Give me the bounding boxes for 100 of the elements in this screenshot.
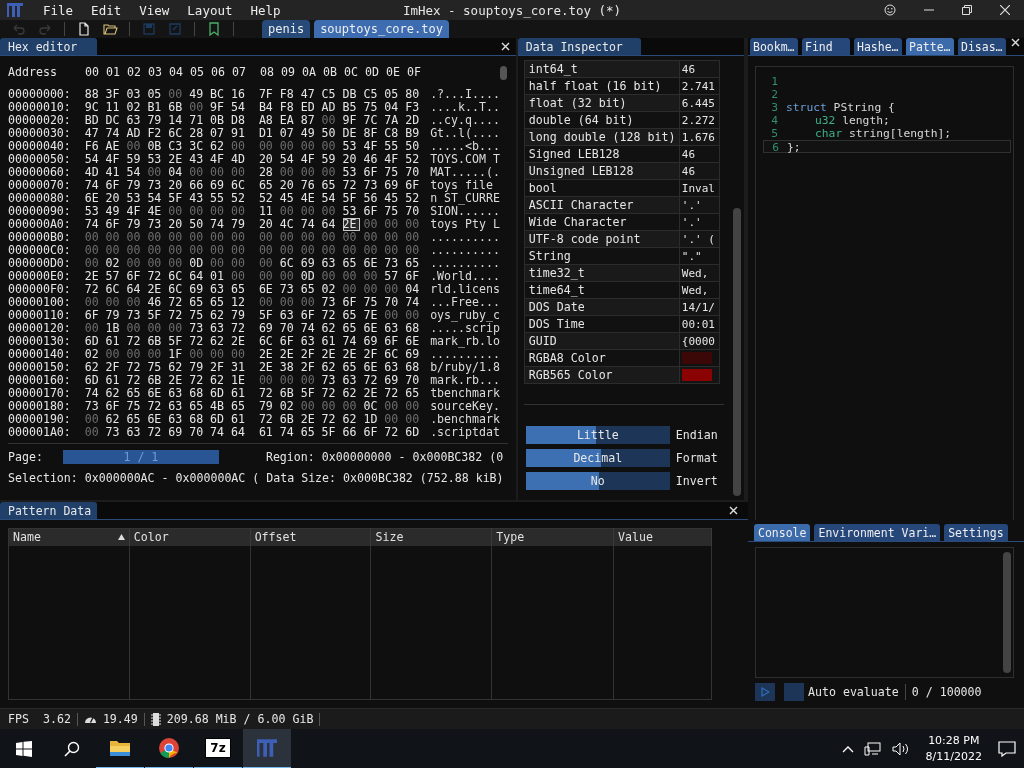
hex-byte[interactable]: 20 (342, 153, 364, 166)
hex-byte[interactable]: 9F (210, 101, 231, 114)
hex-byte[interactable]: DC (105, 114, 127, 127)
search-icon[interactable] (64, 741, 80, 757)
hex-byte[interactable]: 00 (231, 257, 252, 270)
hex-byte[interactable]: 65 (189, 400, 211, 413)
hex-byte[interactable]: 00 (321, 244, 343, 257)
hex-byte[interactable]: 5F (168, 192, 190, 205)
hex-byte[interactable]: 00 (405, 309, 427, 322)
hex-byte[interactable]: 53 (126, 192, 148, 205)
hex-byte[interactable]: 72 (258, 387, 280, 400)
hex-byte[interactable]: 49 (189, 88, 211, 101)
hex-byte[interactable]: 75 (189, 309, 211, 322)
hex-byte[interactable]: 62 (321, 361, 343, 374)
hex-byte[interactable]: 20 (105, 192, 127, 205)
hex-byte[interactable]: 64 (321, 218, 343, 231)
hex-byte[interactable]: 00 (321, 166, 343, 179)
slider[interactable]: Little (525, 425, 670, 444)
hex-byte[interactable]: 73 (363, 179, 385, 192)
hex-byte[interactable]: 79 (231, 309, 252, 322)
hex-byte[interactable]: B9 (405, 127, 427, 140)
close-icon[interactable] (500, 42, 510, 51)
menu-item[interactable]: Help (241, 2, 290, 18)
hex-byte[interactable]: 00 (258, 374, 280, 387)
hex-byte[interactable]: 6B (147, 374, 169, 387)
hex-byte[interactable]: 4C (279, 218, 301, 231)
hex-byte[interactable]: 74 (342, 335, 364, 348)
menu-item[interactable]: View (130, 2, 179, 18)
hex-byte[interactable]: 63 (384, 361, 406, 374)
hex-byte[interactable]: 3F (105, 88, 127, 101)
hex-byte[interactable]: 65 (300, 283, 322, 296)
hex-byte[interactable]: 00 (168, 205, 190, 218)
hex-byte[interactable]: 6F (363, 205, 385, 218)
hex-byte[interactable]: 00 (363, 218, 385, 231)
menu-item[interactable]: Layout (178, 2, 242, 18)
hex-byte[interactable]: 68 (405, 322, 427, 335)
panel-tab[interactable]: Patte… (906, 38, 954, 55)
hex-byte[interactable]: 00 (231, 166, 252, 179)
hex-byte[interactable]: 6D (84, 374, 106, 387)
hex-byte[interactable]: 61 (231, 413, 252, 426)
hex-byte[interactable]: 00 (231, 348, 252, 361)
hex-byte[interactable]: F2 (147, 127, 169, 140)
hex-byte[interactable]: 53 (342, 140, 364, 153)
hex-byte[interactable]: 6D (210, 413, 231, 426)
hex-byte[interactable]: 07 (279, 127, 301, 140)
hex-byte[interactable]: 79 (258, 400, 280, 413)
hex-byte[interactable]: 65 (405, 387, 427, 400)
hex-byte[interactable]: 46 (363, 153, 385, 166)
hex-byte[interactable]: 00 (126, 244, 148, 257)
hex-byte[interactable]: 28 (189, 127, 211, 140)
hex-byte[interactable]: 62 (105, 413, 127, 426)
close-icon[interactable] (1011, 38, 1020, 47)
hex-byte[interactable]: 0B (210, 114, 231, 127)
hex-byte[interactable]: 6C (279, 257, 301, 270)
hex-byte[interactable]: 55 (210, 192, 231, 205)
hex-byte[interactable]: 63 (168, 400, 190, 413)
hex-byte[interactable]: 00 (84, 257, 106, 270)
hex-byte[interactable]: 02 (84, 348, 106, 361)
hex-byte[interactable]: 8F (363, 127, 385, 140)
hex-byte[interactable]: 63 (300, 335, 322, 348)
hex-byte[interactable]: 62 (84, 361, 106, 374)
hex-byte[interactable]: 6C (258, 335, 280, 348)
hex-byte[interactable]: 7E (363, 309, 385, 322)
hex-byte[interactable]: B5 (342, 101, 364, 114)
hex-byte[interactable]: 65 (405, 257, 427, 270)
hex-byte[interactable]: BC (210, 88, 231, 101)
hex-byte[interactable]: 2D (405, 114, 427, 127)
hex-byte[interactable]: 74 (210, 426, 231, 439)
hex-byte[interactable]: 6F (405, 179, 427, 192)
hex-byte[interactable]: 5F (258, 309, 280, 322)
hex-byte[interactable]: 04 (384, 101, 406, 114)
hex-byte[interactable]: 00 (147, 166, 169, 179)
hex-byte[interactable]: 65 (342, 309, 364, 322)
hex-byte[interactable]: 6F (300, 309, 322, 322)
hex-byte[interactable]: 00 (258, 296, 280, 309)
hex-byte[interactable]: 65 (189, 296, 211, 309)
hex-byte[interactable]: 4E (300, 192, 322, 205)
hex-byte[interactable]: 00 (342, 244, 364, 257)
hex-byte[interactable]: 04 (168, 166, 190, 179)
hex-byte[interactable]: 72 (126, 374, 148, 387)
hex-byte[interactable]: 00 (300, 374, 322, 387)
network-icon[interactable] (863, 742, 882, 756)
hex-byte[interactable]: 63 (210, 322, 231, 335)
hex-byte[interactable]: 65 (231, 283, 252, 296)
hex-byte[interactable]: 75 (126, 400, 148, 413)
hex-byte[interactable]: 11 (105, 101, 127, 114)
hex-byte[interactable]: 66 (342, 426, 364, 439)
hex-byte[interactable]: 2E (168, 153, 190, 166)
hex-byte[interactable]: 72 (168, 296, 190, 309)
hex-byte[interactable]: 00 (105, 244, 127, 257)
hex-byte[interactable]: 00 (384, 244, 406, 257)
hex-byte[interactable]: 52 (405, 192, 427, 205)
hex-byte[interactable]: 63 (321, 257, 343, 270)
hex-byte[interactable]: 00 (321, 114, 343, 127)
hex-byte[interactable]: 00 (405, 244, 427, 257)
hex-byte[interactable]: 62 (321, 322, 343, 335)
hex-byte[interactable]: AE (105, 140, 127, 153)
panel-tab[interactable]: Hashe… (854, 38, 902, 55)
hex-byte[interactable]: 72 (321, 309, 343, 322)
hex-byte[interactable]: 00 (363, 244, 385, 257)
